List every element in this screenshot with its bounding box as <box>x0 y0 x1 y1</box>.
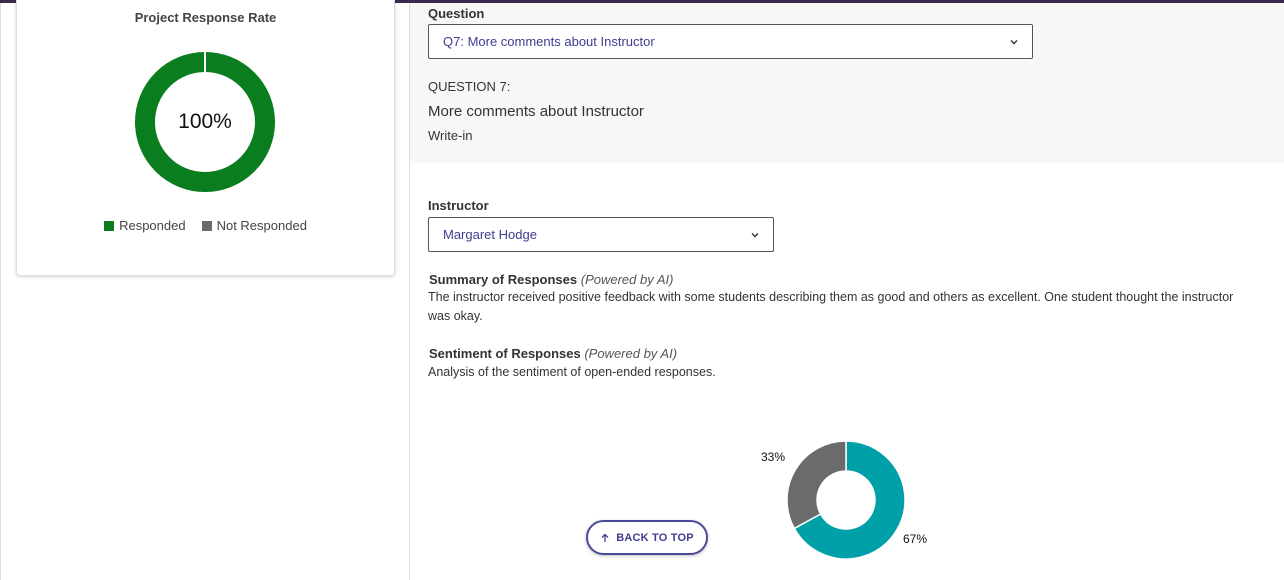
legend-label: Responded <box>119 218 186 233</box>
sentiment-powered: (Powered by AI) <box>584 346 678 361</box>
back-to-top-button[interactable]: BACK TO TOP <box>586 520 708 555</box>
arrow-up-icon <box>601 533 609 542</box>
summary-powered: (Powered by AI) <box>580 272 674 287</box>
instructor-select-value: Margaret Hodge <box>443 227 537 242</box>
sentiment-heading: Sentiment of Responses (Powered by AI) <box>429 346 677 361</box>
response-rate-value: 100% <box>178 110 232 133</box>
card-title: Project Response Rate <box>134 10 277 25</box>
question-select-value: Q7: More comments about Instructor <box>443 34 655 49</box>
summary-title: Summary of Responses <box>429 272 578 287</box>
question-number: QUESTION 7: <box>428 79 511 94</box>
left-sidebar: Project Response Rate 100% Responded Not… <box>0 0 410 580</box>
question-text: More comments about Instructor <box>428 103 644 120</box>
question-type: Write-in <box>428 128 473 143</box>
sentiment-title: Sentiment of Responses <box>429 346 581 361</box>
legend-swatch-not-responded <box>201 220 212 231</box>
instructor-label: Instructor <box>428 198 489 213</box>
slice-label-positive: 67% <box>903 532 928 546</box>
legend-item-not-responded[interactable]: Not Responded <box>201 218 307 233</box>
slice-negative[interactable] <box>786 440 847 530</box>
summary-heading: Summary of Responses (Powered by AI) <box>429 272 673 287</box>
main-content: Question Q7: More comments about Instruc… <box>410 3 1284 580</box>
sentiment-donut-chart <box>786 440 906 560</box>
summary-text: The instructor received positive feedbac… <box>428 290 1234 323</box>
question-panel: Question Q7: More comments about Instruc… <box>410 3 1284 163</box>
response-rate-card: Project Response Rate 100% Responded Not… <box>16 0 395 276</box>
chart-legend: Responded Not Responded <box>17 218 394 233</box>
question-select[interactable]: Q7: More comments about Instructor <box>428 24 1033 59</box>
chevron-down-icon <box>1010 40 1018 45</box>
sentiment-text: Analysis of the sentiment of open-ended … <box>428 365 716 379</box>
legend-label: Not Responded <box>216 218 307 233</box>
question-label: Question <box>428 6 485 21</box>
chevron-down-icon <box>751 233 759 238</box>
legend-swatch-responded <box>104 220 115 231</box>
slice-label-negative: 33% <box>761 450 786 464</box>
instructor-select[interactable]: Margaret Hodge <box>428 217 774 252</box>
legend-item-responded[interactable]: Responded <box>104 218 186 233</box>
back-to-top-label: BACK TO TOP <box>616 531 694 544</box>
